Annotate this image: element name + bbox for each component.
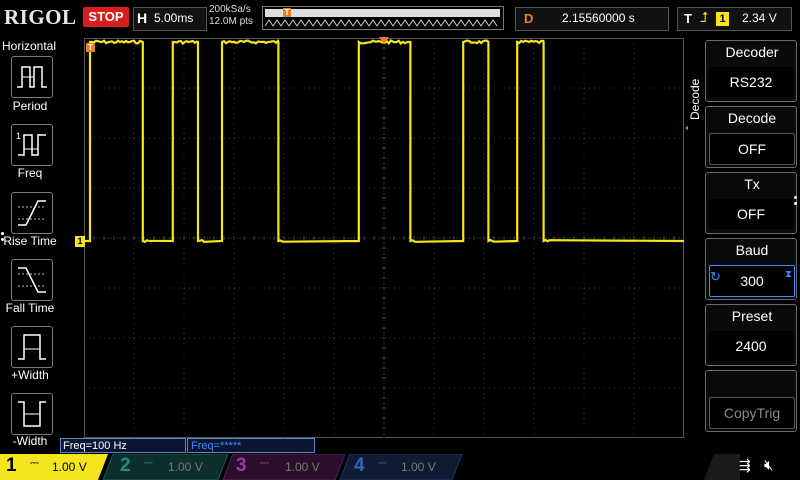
baud-label: Baud <box>735 242 769 258</box>
trigger-label: T <box>684 11 692 26</box>
dc-coupling-icon: ⎓ <box>30 457 39 469</box>
menu-title: Horizontal <box>2 39 57 53</box>
period-label: Period <box>12 99 48 113</box>
timebase-value: 5.00ms <box>154 11 194 25</box>
plus-width-button[interactable] <box>11 326 53 368</box>
channel-3-scale: 1.00 V <box>285 460 320 474</box>
plus-width-icon <box>18 334 46 360</box>
decoder-softkey[interactable]: Decoder RS232 <box>705 40 797 102</box>
tx-value: OFF <box>709 199 793 229</box>
decode-value: OFF <box>709 133 795 165</box>
copytrig-value: CopyTrig <box>709 397 795 429</box>
channel-2-scale: 1.00 V <box>168 460 203 474</box>
dc-coupling-icon: ⎓ <box>260 457 269 469</box>
decode-softkey[interactable]: Decode OFF <box>705 106 797 168</box>
channel-1-tab[interactable]: 1 ⎓ 1.00 V <box>0 454 100 480</box>
rigol-logo: RIGOL <box>4 5 77 29</box>
channel-2-tab[interactable]: 2 ⎓ 1.00 V <box>110 454 220 480</box>
delay-value: 2.15560000 s <box>562 11 635 25</box>
memory-waveform-preview <box>265 19 498 27</box>
minus-width-button[interactable] <box>11 393 53 435</box>
channel-4-number: 4 <box>354 455 365 476</box>
channel-1-offset-marker[interactable]: 1 <box>75 236 85 247</box>
channel-1-waveform <box>84 38 684 244</box>
fall-time-label: Fall Time <box>5 301 55 315</box>
fall-time-icon <box>18 267 46 293</box>
acquisition-info: 200kSa/s 12.0M pts <box>209 4 253 28</box>
baud-value: 300 <box>709 265 795 297</box>
freq-button[interactable]: 1 <box>11 124 53 166</box>
svg-text:1: 1 <box>16 131 21 141</box>
memory-view-window <box>265 9 500 17</box>
copytrig-softkey[interactable]: CopyTrig <box>705 370 797 432</box>
tx-label: Tx <box>744 176 760 192</box>
channel-3-number: 3 <box>236 455 247 476</box>
scroll-indicator <box>794 196 798 208</box>
decoder-value: RS232 <box>709 67 793 97</box>
baud-softkey[interactable]: Baud 300 ↻ ⧗ <box>705 238 797 300</box>
rise-time-button[interactable] <box>11 192 53 234</box>
plus-width-label: +Width <box>11 368 49 382</box>
usb-icon: ⇶ <box>739 457 751 473</box>
rise-time-label: Rise Time <box>3 234 57 248</box>
tx-softkey[interactable]: Tx OFF <box>705 172 797 234</box>
dc-coupling-icon: ⎓ <box>144 457 153 469</box>
measurement-freq-2[interactable]: Freq=***** <box>187 438 315 453</box>
freq-icon: 1 <box>16 131 46 156</box>
preset-softkey[interactable]: Preset 2400 <box>705 304 797 366</box>
period-button[interactable] <box>11 56 53 98</box>
minus-width-label: -Width <box>12 434 48 448</box>
decode-label: Decode <box>727 110 777 126</box>
decode-menu-title: Decode <box>688 78 702 120</box>
memory-depth: 12.0M pts <box>209 16 253 27</box>
horizontal-measure-menu: Horizontal Period 1 Freq Rise Time Fall … <box>0 36 60 454</box>
graticule <box>84 38 684 438</box>
measurement-freq-1[interactable]: Freq=100 Hz <box>60 438 186 453</box>
period-icon <box>17 66 47 88</box>
trigger-source-badge: 1 <box>716 12 729 26</box>
status-tab-background <box>704 454 740 480</box>
channel-4-scale: 1.00 V <box>401 460 436 474</box>
delay-box[interactable]: D 2.15560000 s <box>515 7 669 31</box>
memory-trigger-marker: T <box>283 8 291 17</box>
channel-3-tab[interactable]: 3 ⎓ 1.00 V <box>228 454 338 480</box>
preset-value: 2400 <box>709 331 793 361</box>
trigger-position-arrow[interactable] <box>379 37 389 44</box>
speaker-muted-icon[interactable]: 🔇︎ <box>764 457 773 474</box>
rise-time-icon <box>18 200 46 226</box>
channel-1-scale: 1.00 V <box>52 460 87 474</box>
decoder-label: Decoder <box>725 44 779 60</box>
decode-menu: Decode Decoder RS232 Decode OFF Tx OFF B… <box>688 36 800 454</box>
preset-label: Preset <box>731 308 773 324</box>
channel-1-number: 1 <box>6 455 17 476</box>
rising-edge-icon: ⮥ <box>700 9 709 25</box>
channel-2-number: 2 <box>120 455 131 476</box>
trigger-box[interactable]: T ⮥ 1 2.34 V <box>677 7 792 31</box>
channel-status-bar: 1 ⎓ 1.00 V 2 ⎓ 1.00 V 3 ⎓ 1.00 V 4 ⎓ 1.0… <box>0 454 800 480</box>
trigger-level-value: 2.34 V <box>742 11 777 25</box>
run-stop-indicator[interactable]: STOP <box>83 7 129 27</box>
channel-4-tab[interactable]: 4 ⎓ 1.00 V <box>346 454 456 480</box>
trigger-time-marker[interactable]: T <box>86 43 95 52</box>
sample-rate: 200kSa/s <box>209 4 251 15</box>
delay-label: D <box>524 11 534 26</box>
freq-label: Freq <box>17 166 43 180</box>
rotary-knob-icon: ↻ <box>710 269 721 284</box>
dc-coupling-icon: ⎓ <box>378 457 387 469</box>
top-status-bar: RIGOL STOP H 5.00ms 200kSa/s 12.0M pts T… <box>0 0 800 36</box>
memory-overview[interactable]: T <box>262 6 504 30</box>
timebase-label: H <box>137 10 148 26</box>
timebase-box[interactable]: H 5.00ms <box>133 7 207 31</box>
adjust-icon: ⧗ <box>784 269 792 280</box>
fall-time-button[interactable] <box>11 259 53 301</box>
waveform-display[interactable] <box>84 38 684 438</box>
minus-width-icon <box>18 401 46 427</box>
